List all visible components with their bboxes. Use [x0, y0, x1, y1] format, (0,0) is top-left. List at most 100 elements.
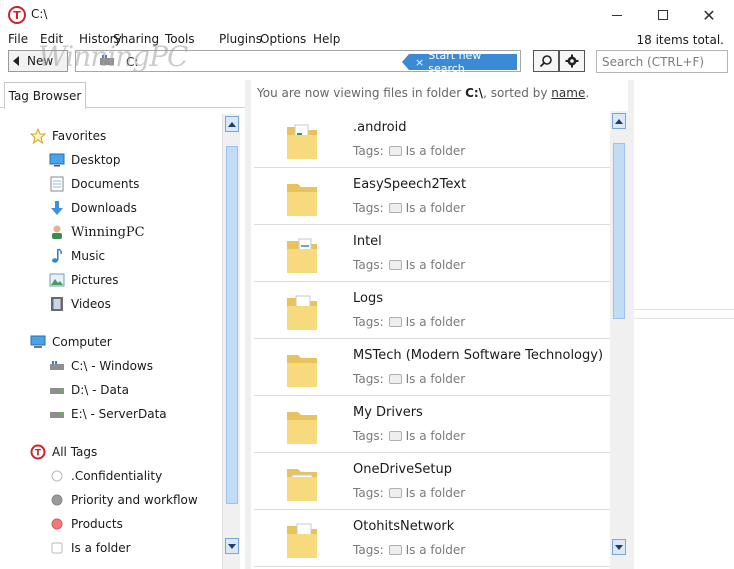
star-icon — [30, 128, 46, 144]
tag-square-icon — [49, 540, 65, 556]
new-button[interactable]: New — [8, 50, 68, 72]
scroll-down-button[interactable] — [612, 539, 626, 555]
tree-item-pictures[interactable]: Pictures — [49, 272, 119, 288]
file-list: .android Tags: Is a folder EasySpeech2Text T… — [254, 111, 610, 569]
search-box[interactable] — [596, 50, 728, 73]
left-scrollbar[interactable] — [222, 114, 240, 569]
tag-label[interactable]: Is a folder — [406, 144, 466, 158]
maximize-button[interactable] — [640, 0, 686, 30]
file-row[interactable]: OtohitsNetwork Tags: Is a folder — [254, 510, 610, 567]
file-row[interactable]: OneDriveSetup Tags: Is a folder — [254, 453, 610, 510]
scroll-up-button[interactable] — [225, 116, 239, 132]
file-tags: Tags: Is a folder — [353, 144, 465, 158]
gear-icon — [565, 54, 579, 68]
tree-tag-is-folder[interactable]: Is a folder — [49, 540, 131, 556]
tree-item-label: Desktop — [71, 153, 121, 167]
file-list-scrollbar[interactable] — [610, 111, 628, 569]
tree-drive-label: E:\ - ServerData — [71, 407, 167, 421]
file-row[interactable]: .android Tags: Is a folder — [254, 111, 610, 168]
tree-drive-label: D:\ - Data — [71, 383, 129, 397]
close-button[interactable]: ✕ — [686, 0, 732, 30]
drive-icon — [49, 382, 65, 398]
desktop-icon — [49, 152, 65, 168]
tree-tag-label: Is a folder — [71, 541, 131, 555]
tag-label[interactable]: Is a folder — [406, 258, 466, 272]
folder-icon — [287, 469, 317, 501]
tree-drive-d[interactable]: D:\ - Data — [49, 382, 129, 398]
settings-button[interactable] — [559, 50, 585, 72]
scroll-thumb[interactable] — [226, 146, 238, 504]
file-name[interactable]: Logs — [353, 291, 383, 306]
scroll-up-button[interactable] — [612, 113, 626, 129]
file-tags: Tags: Is a folder — [353, 543, 465, 557]
tag-label[interactable]: Is a folder — [406, 372, 466, 386]
minimize-button[interactable] — [594, 0, 640, 30]
scroll-thumb[interactable] — [613, 143, 625, 319]
start-new-search-button[interactable]: × Start new search — [402, 49, 517, 75]
tree-all-tags[interactable]: T All Tags — [30, 444, 97, 460]
tree-item-desktop[interactable]: Desktop — [49, 152, 121, 168]
file-tags: Tags: Is a folder — [353, 258, 465, 272]
file-row[interactable]: My Drivers Tags: Is a folder — [254, 396, 610, 453]
file-row[interactable]: EasySpeech2Text Tags: Is a folder — [254, 168, 610, 225]
file-name[interactable]: My Drivers — [353, 405, 423, 420]
menu-plugins[interactable]: Plugins — [219, 32, 262, 46]
tree-favorites[interactable]: Favorites — [30, 128, 106, 144]
tag-label[interactable]: Is a folder — [406, 429, 466, 443]
tag-label[interactable]: Is a folder — [406, 543, 466, 557]
file-name[interactable]: MSTech (Modern Software Technology) — [353, 348, 603, 363]
sort-link[interactable]: name — [551, 86, 585, 100]
tree-drive-e[interactable]: E:\ - ServerData — [49, 406, 167, 422]
tree-computer[interactable]: Computer — [30, 334, 112, 350]
user-icon — [49, 224, 65, 240]
tree-item-music[interactable]: Music — [49, 248, 105, 264]
zoom-search-button[interactable] — [533, 50, 559, 72]
tree-drive-c[interactable]: C:\ - Windows — [49, 358, 153, 374]
file-name[interactable]: EasySpeech2Text — [353, 177, 466, 192]
file-name[interactable]: .android — [353, 120, 406, 135]
arrow-up-icon — [615, 118, 623, 124]
tree-tag-priority[interactable]: Priority and workflow — [49, 492, 198, 508]
file-row[interactable]: Intel Tags: Is a folder — [254, 225, 610, 282]
tab-tag-browser[interactable]: Tag Browser — [4, 82, 86, 109]
search-input[interactable] — [602, 54, 722, 69]
scroll-down-button[interactable] — [225, 538, 239, 554]
menu-sharing[interactable]: Sharing — [113, 32, 159, 46]
file-row[interactable]: MSTech (Modern Software Technology) Tags:… — [254, 339, 610, 396]
tags-prefix: Tags: — [353, 486, 384, 500]
tree-computer-label: Computer — [52, 335, 112, 349]
menu-help[interactable]: Help — [313, 32, 340, 46]
tree-tag-products[interactable]: Products — [49, 516, 123, 532]
tags-prefix: Tags: — [353, 315, 384, 329]
menu-options[interactable]: Options — [260, 32, 306, 46]
tag-circle-icon — [49, 468, 65, 484]
tree-item-user[interactable]: WinningPC — [49, 224, 145, 240]
panel-splitter[interactable] — [245, 80, 251, 569]
close-icon: ✕ — [702, 5, 716, 25]
file-row[interactable]: Logs Tags: Is a folder — [254, 282, 610, 339]
viewing-suffix: . — [585, 86, 590, 100]
tags-prefix: Tags: — [353, 543, 384, 557]
menu-file[interactable]: File — [8, 32, 28, 46]
tag-label[interactable]: Is a folder — [406, 315, 466, 329]
videos-icon — [49, 296, 65, 312]
file-name[interactable]: OneDriveSetup — [353, 462, 452, 477]
tags-prefix: Tags: — [353, 144, 384, 158]
file-name[interactable]: OtohitsNetwork — [353, 519, 454, 534]
tree-item-downloads[interactable]: Downloads — [49, 200, 137, 216]
tree-favorites-label: Favorites — [52, 129, 107, 143]
drive-icon — [100, 55, 114, 65]
tree-item-videos[interactable]: Videos — [49, 296, 111, 312]
tree-item-documents[interactable]: Documents — [49, 176, 139, 192]
tag-label[interactable]: Is a folder — [406, 486, 466, 500]
tag-chip-icon — [388, 488, 402, 498]
new-button-label: New — [27, 54, 54, 68]
menu-tools[interactable]: Tools — [165, 32, 195, 46]
tags-prefix: Tags: — [353, 429, 384, 443]
tree-tag-confidentiality[interactable]: .Confidentiality — [49, 468, 162, 484]
folder-viewing-info: You are now viewing files in folder C:\,… — [257, 86, 589, 100]
tag-label[interactable]: Is a folder — [406, 201, 466, 215]
menu-edit[interactable]: Edit — [40, 32, 63, 46]
tag-chip-icon — [388, 431, 402, 441]
file-name[interactable]: Intel — [353, 234, 382, 249]
